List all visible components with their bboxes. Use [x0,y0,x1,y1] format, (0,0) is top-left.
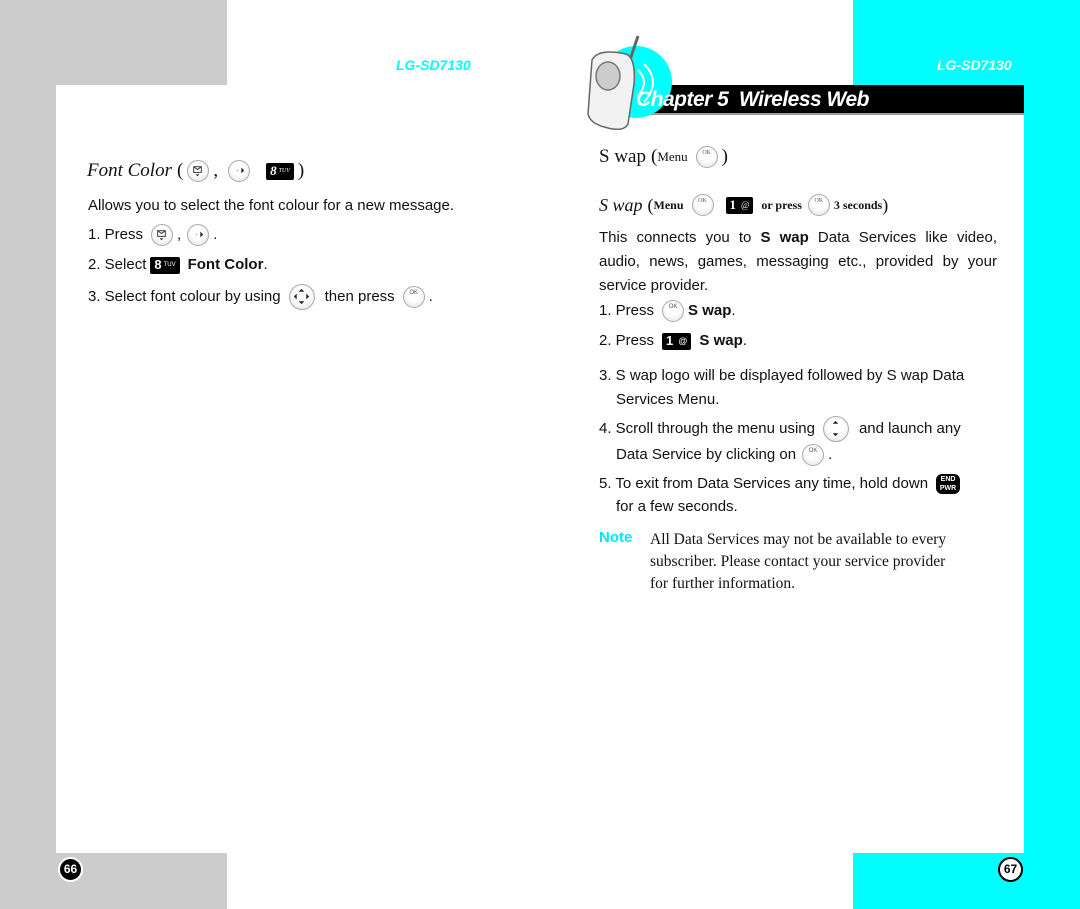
message-key-icon [151,224,174,246]
right-model-label: LG-SD7130 [937,57,1012,73]
right-step-2: 2. Press 1 @ S wap. [599,332,747,350]
key-8-tuv-icon: 8 TUV [150,256,180,274]
left-page-gray-footer-block [0,853,227,909]
flip-phone-icon [587,35,672,130]
left-step-3: 3. Select font colour by using then pres… [88,284,433,310]
key-8-tuv-icon: 8 TUV [266,162,294,180]
nav-right-key-icon [228,160,251,182]
left-page-gray-strip [0,0,56,909]
nav-up-down-key-icon [822,416,849,442]
page-number-right: 67 [998,857,1023,882]
nav-right-key-icon [187,224,210,246]
right-step-3: 3. S wap logo will be displayed followed… [599,367,965,408]
ok-swap-key-icon: OK [807,194,830,216]
page-number-left: 66 [58,857,83,882]
end-power-key-icon: END PWR [936,474,961,494]
chapter-title: Chapter 5 Wireless Web [636,88,870,111]
note-label: Note [599,529,633,546]
left-step-2: 2. Select 8 TUV Font Color. [88,256,268,274]
left-model-label: LG-SD7130 [396,57,471,73]
note-text: All Data Services may not be available t… [650,531,947,592]
ok-swap-key-icon: OK [691,194,714,216]
right-step-1: 1. Press OK S wap. [599,300,736,322]
note-block: Note [599,529,632,547]
ok-swap-key-icon: OK [802,444,825,466]
message-key-icon [187,160,210,182]
ok-swap-key-icon: OK [662,300,685,322]
right-page-cyan-footer-block [853,853,1080,909]
swap-subheading: S wap ( Menu OK 1 @ or press OK 3 seconds… [599,194,889,216]
right-page-cyan-strip [1024,0,1080,909]
key-1-at-icon: 1 @ [725,196,754,214]
right-step-4: 4. Scroll through the menu using and lau… [599,416,961,466]
right-step-5: 5. To exit from Data Services any time, … [599,474,961,517]
nav-4way-key-icon [288,284,315,310]
ok-swap-key-icon: OK [695,146,718,168]
swap-heading: S wap ( Menu OK ) [599,146,728,168]
key-1-at-icon: 1 @ [662,332,692,350]
font-color-description: Allows you to select the font colour for… [88,197,455,214]
font-color-heading: Font Color ( , 8 TUV ) [87,160,305,182]
font-color-title: Font Color [87,160,172,181]
left-page-gray-header-block [0,0,227,85]
swap-intro: This connects you to S wap Data Services… [599,229,997,294]
left-step-1: 1. Press , . [88,224,217,246]
ok-swap-key-icon: OK [402,286,425,308]
